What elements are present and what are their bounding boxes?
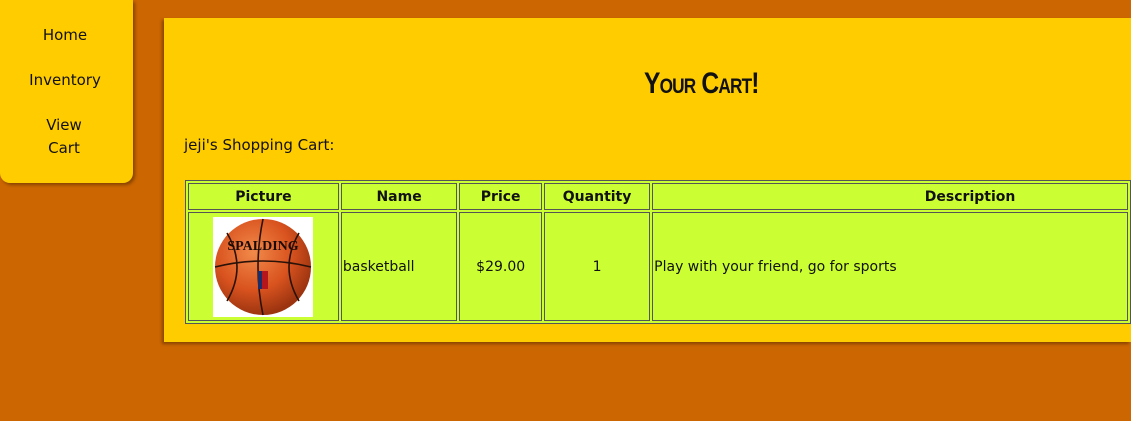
column-header-price: Price [459,183,543,210]
ball-brand-text: SPALDING [228,239,299,254]
nav-link-view-cart[interactable]: View Cart [0,114,128,160]
cart-table: Picture Name Price Quantity Description [185,180,1131,324]
nav-link-inventory[interactable]: Inventory [0,69,130,92]
page-title: Your Cart! [644,67,759,100]
basketball-icon: SPALDING [215,218,312,315]
nav-link-home[interactable]: Home [0,24,130,47]
column-header-name: Name [340,183,458,210]
nav-link-view-cart-line2: Cart [48,139,80,157]
cell-price: $29.00 [459,212,543,321]
cart-owner-label: jeji's Shopping Cart: [184,136,335,154]
nav-link-view-cart-line1: View [46,116,82,134]
main-panel: Your Cart! jeji's Shopping Cart: Picture… [164,18,1131,342]
cell-picture: SPALDING [188,212,339,321]
cell-quantity: 1 [544,212,651,321]
table-row: SPALDING basketball $29.00 1 Play with y… [188,212,1128,321]
cell-description: Play with your friend, go for sports [652,212,1128,321]
column-header-picture: Picture [188,183,339,210]
sidebar-nav: Home Inventory View Cart [0,0,133,183]
cell-name: basketball [340,212,458,321]
basketball-image: SPALDING [213,216,314,317]
table-header-row: Picture Name Price Quantity Description [188,183,1128,210]
column-header-description: Description [652,183,1128,210]
column-header-quantity: Quantity [544,183,651,210]
